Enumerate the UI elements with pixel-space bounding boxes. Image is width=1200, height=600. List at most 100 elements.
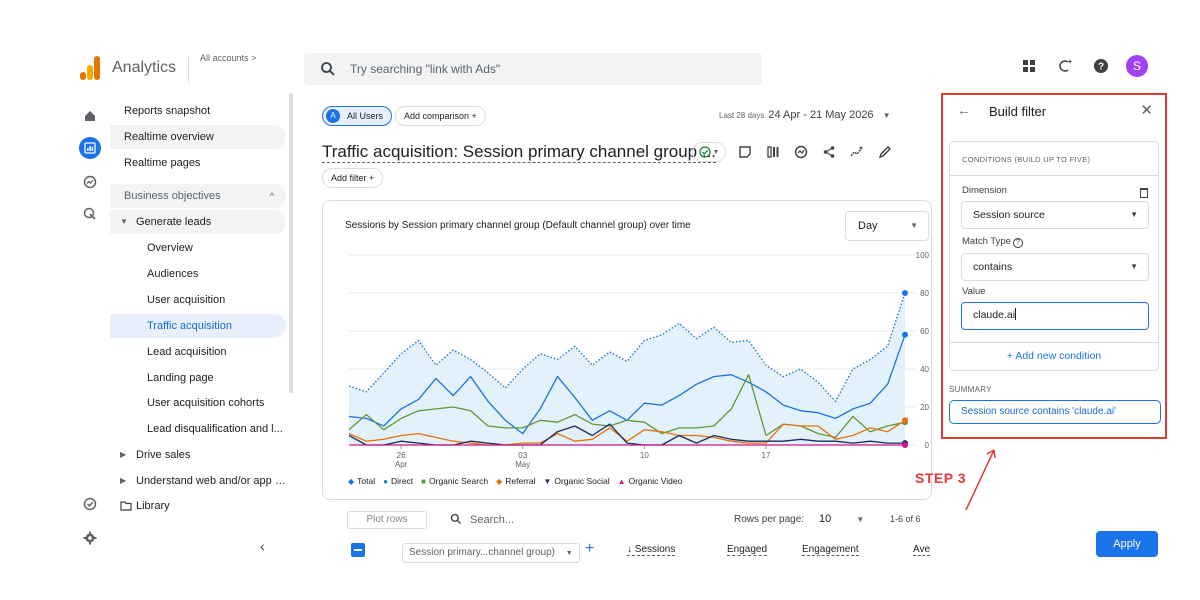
line-chart[interactable]: 0 20 40 60 80 100 26Apr 03May 10 17 [323, 241, 931, 471]
close-icon[interactable]: ✕ [1140, 101, 1153, 119]
nav-item-user-acquisition-cohorts[interactable]: User acquisition cohorts [110, 391, 286, 415]
apply-button[interactable]: Apply [1096, 531, 1158, 557]
help-icon[interactable]: ? [1090, 55, 1112, 77]
trend-sparkle-icon[interactable] [848, 142, 866, 162]
nav-item-label: Lead disqualification and l... [147, 423, 283, 435]
nav-item-traffic-acquisition[interactable]: Traffic acquisition [110, 314, 286, 338]
y-tick-label: 40 [920, 365, 929, 374]
nav-item-realtime-pages[interactable]: Realtime pages [110, 151, 286, 175]
column-label: Sessions [634, 544, 676, 555]
rows-per-page-select[interactable]: 10 ▼ [819, 513, 864, 525]
report-status-check-icon[interactable]: ▼ [692, 142, 726, 162]
select-all-checkbox[interactable] [351, 543, 365, 557]
insights-icon[interactable] [792, 142, 810, 162]
collapse-nav-icon[interactable]: ‹ [260, 538, 265, 554]
primary-dimension-select[interactable]: Session primary...channel group) ▼ [402, 543, 580, 563]
svg-text:?: ? [1098, 62, 1104, 73]
nav-item-label: Traffic acquisition [147, 320, 232, 332]
add-dimension-icon[interactable]: + [585, 540, 594, 558]
sort-arrow-icon: ↓ [627, 544, 635, 555]
nav-item-label: Generate leads [136, 216, 212, 228]
legend-item[interactable]: ◆ Total [348, 476, 375, 486]
nav-item-user-acquisition[interactable]: User acquisition [110, 288, 286, 312]
nav-item-audiences[interactable]: Audiences [110, 262, 286, 286]
nav-item-business-objectives[interactable]: ^ Business objectives [110, 184, 286, 208]
compare-columns-icon[interactable] [764, 142, 782, 162]
legend-label: Organic Search [429, 476, 489, 486]
build-filter-panel: ← Build filter ✕ CONDITIONS (BUILD UP TO… [941, 93, 1167, 439]
column-header-engaged[interactable]: Engaged [727, 544, 768, 556]
nav-item-understand-web-and-or-app-t[interactable]: ▶ Understand web and/or app t... [110, 469, 286, 493]
text-cursor [1015, 308, 1017, 320]
delete-condition-icon[interactable] [1140, 188, 1148, 198]
nav-item-overview[interactable]: Overview [110, 236, 286, 260]
explore-icon[interactable] [79, 171, 101, 193]
search-bar[interactable]: Try searching "link with Ads" [304, 53, 762, 85]
match-type-value: contains [973, 261, 1013, 273]
value-input[interactable]: claude.ai [961, 302, 1149, 330]
date-range-prefix: Last 28 days [719, 111, 765, 120]
column-header-sessions[interactable]: ↓ Sessions [627, 544, 676, 556]
filter-panel-header: ← Build filter ✕ [943, 95, 1165, 131]
edit-pencil-icon[interactable] [876, 142, 894, 162]
column-header-average[interactable]: Ave [913, 544, 931, 556]
date-range-picker[interactable]: Last 28 days 24 Apr - 21 May 2026 ▼ [719, 109, 891, 121]
reports-icon[interactable] [79, 137, 101, 159]
nav-item-generate-leads[interactable]: ▼ Generate leads [110, 210, 286, 234]
value-label: Value [962, 286, 986, 297]
chevron-up-icon: ^ [269, 191, 274, 201]
legend-item[interactable]: ● Direct [383, 476, 413, 486]
share-icon[interactable] [820, 142, 838, 162]
add-new-condition-button[interactable]: + Add new condition [950, 350, 1158, 362]
legend-label: Organic Video [628, 476, 683, 486]
date-range-value: 24 Apr - 21 May 2026 [768, 109, 874, 121]
back-arrow-icon[interactable]: ← [957, 102, 971, 118]
nav-item-realtime-overview[interactable]: Realtime overview [110, 125, 286, 149]
legend-item[interactable]: ▼ Organic Social [543, 476, 609, 486]
nav-item-label: User acquisition cohorts [147, 397, 265, 409]
segment-all-users[interactable]: A All Users [322, 106, 393, 126]
match-type-select[interactable]: contains ▼ [961, 253, 1149, 281]
nav-scrollbar[interactable] [289, 93, 293, 393]
analytics-app: Analytics All accounts > Try searching "… [0, 0, 1200, 600]
conditions-header: CONDITIONS (BUILD UP TO FIVE) [962, 155, 1091, 164]
report-navigation: Reports snapshot Realtime overview Realtim… [110, 95, 290, 565]
caret-down-icon: ▼ [120, 217, 128, 226]
primary-dimension-value: Session primary...channel group) [409, 547, 555, 558]
nav-item-label: Reports snapshot [124, 105, 211, 117]
match-type-label-text: Match Type [962, 236, 1011, 247]
accounts-selector[interactable]: All accounts > [200, 53, 256, 63]
add-filter-button[interactable]: Add filter + [322, 168, 384, 188]
nav-item-lead-disqualification-and-l[interactable]: Lead disqualification and l... [110, 417, 286, 441]
nav-item-landing-page[interactable]: Landing page [110, 366, 286, 390]
nav-item-label: Audiences [147, 268, 199, 280]
column-header-engagement[interactable]: Engagement [802, 544, 859, 556]
nav-item-reports-snapshot[interactable]: Reports snapshot [110, 99, 286, 123]
granularity-value: Day [858, 220, 878, 232]
add-comparison-button[interactable]: Add comparison + [395, 106, 486, 126]
admin-gear-icon[interactable] [79, 527, 101, 549]
insights-sparkle-icon[interactable] [1054, 55, 1076, 77]
apps-grid-icon[interactable] [1018, 55, 1040, 77]
legend-item[interactable]: ▲ Organic Video [618, 476, 683, 486]
plot-rows-button[interactable]: Plot rows [347, 511, 427, 529]
granularity-select[interactable]: Day ▼ [845, 211, 929, 241]
dimension-select[interactable]: Session source ▼ [961, 201, 1149, 229]
table-search[interactable]: Search... [450, 513, 514, 526]
legend-swatch-icon: ● [383, 476, 388, 486]
home-icon[interactable] [79, 105, 101, 127]
legend-label: Referral [505, 476, 536, 486]
advertising-icon[interactable] [79, 203, 101, 225]
legend-item[interactable]: ■ Organic Search [421, 476, 488, 486]
legend-item[interactable]: ◆ Referral [496, 476, 535, 486]
help-icon[interactable]: ? [1012, 238, 1023, 248]
nav-item-library[interactable]: Library [110, 494, 286, 518]
avatar[interactable]: S [1126, 55, 1148, 77]
nav-item-drive-sales[interactable]: ▶ Drive sales [110, 443, 286, 467]
report-toolbar: ▼ [692, 142, 894, 162]
search-icon [321, 62, 335, 76]
edit-comparisons-icon[interactable] [736, 142, 754, 162]
configure-icon[interactable] [79, 493, 101, 515]
nav-item-lead-acquisition[interactable]: Lead acquisition [110, 340, 286, 364]
legend-label: Organic Social [554, 476, 610, 486]
